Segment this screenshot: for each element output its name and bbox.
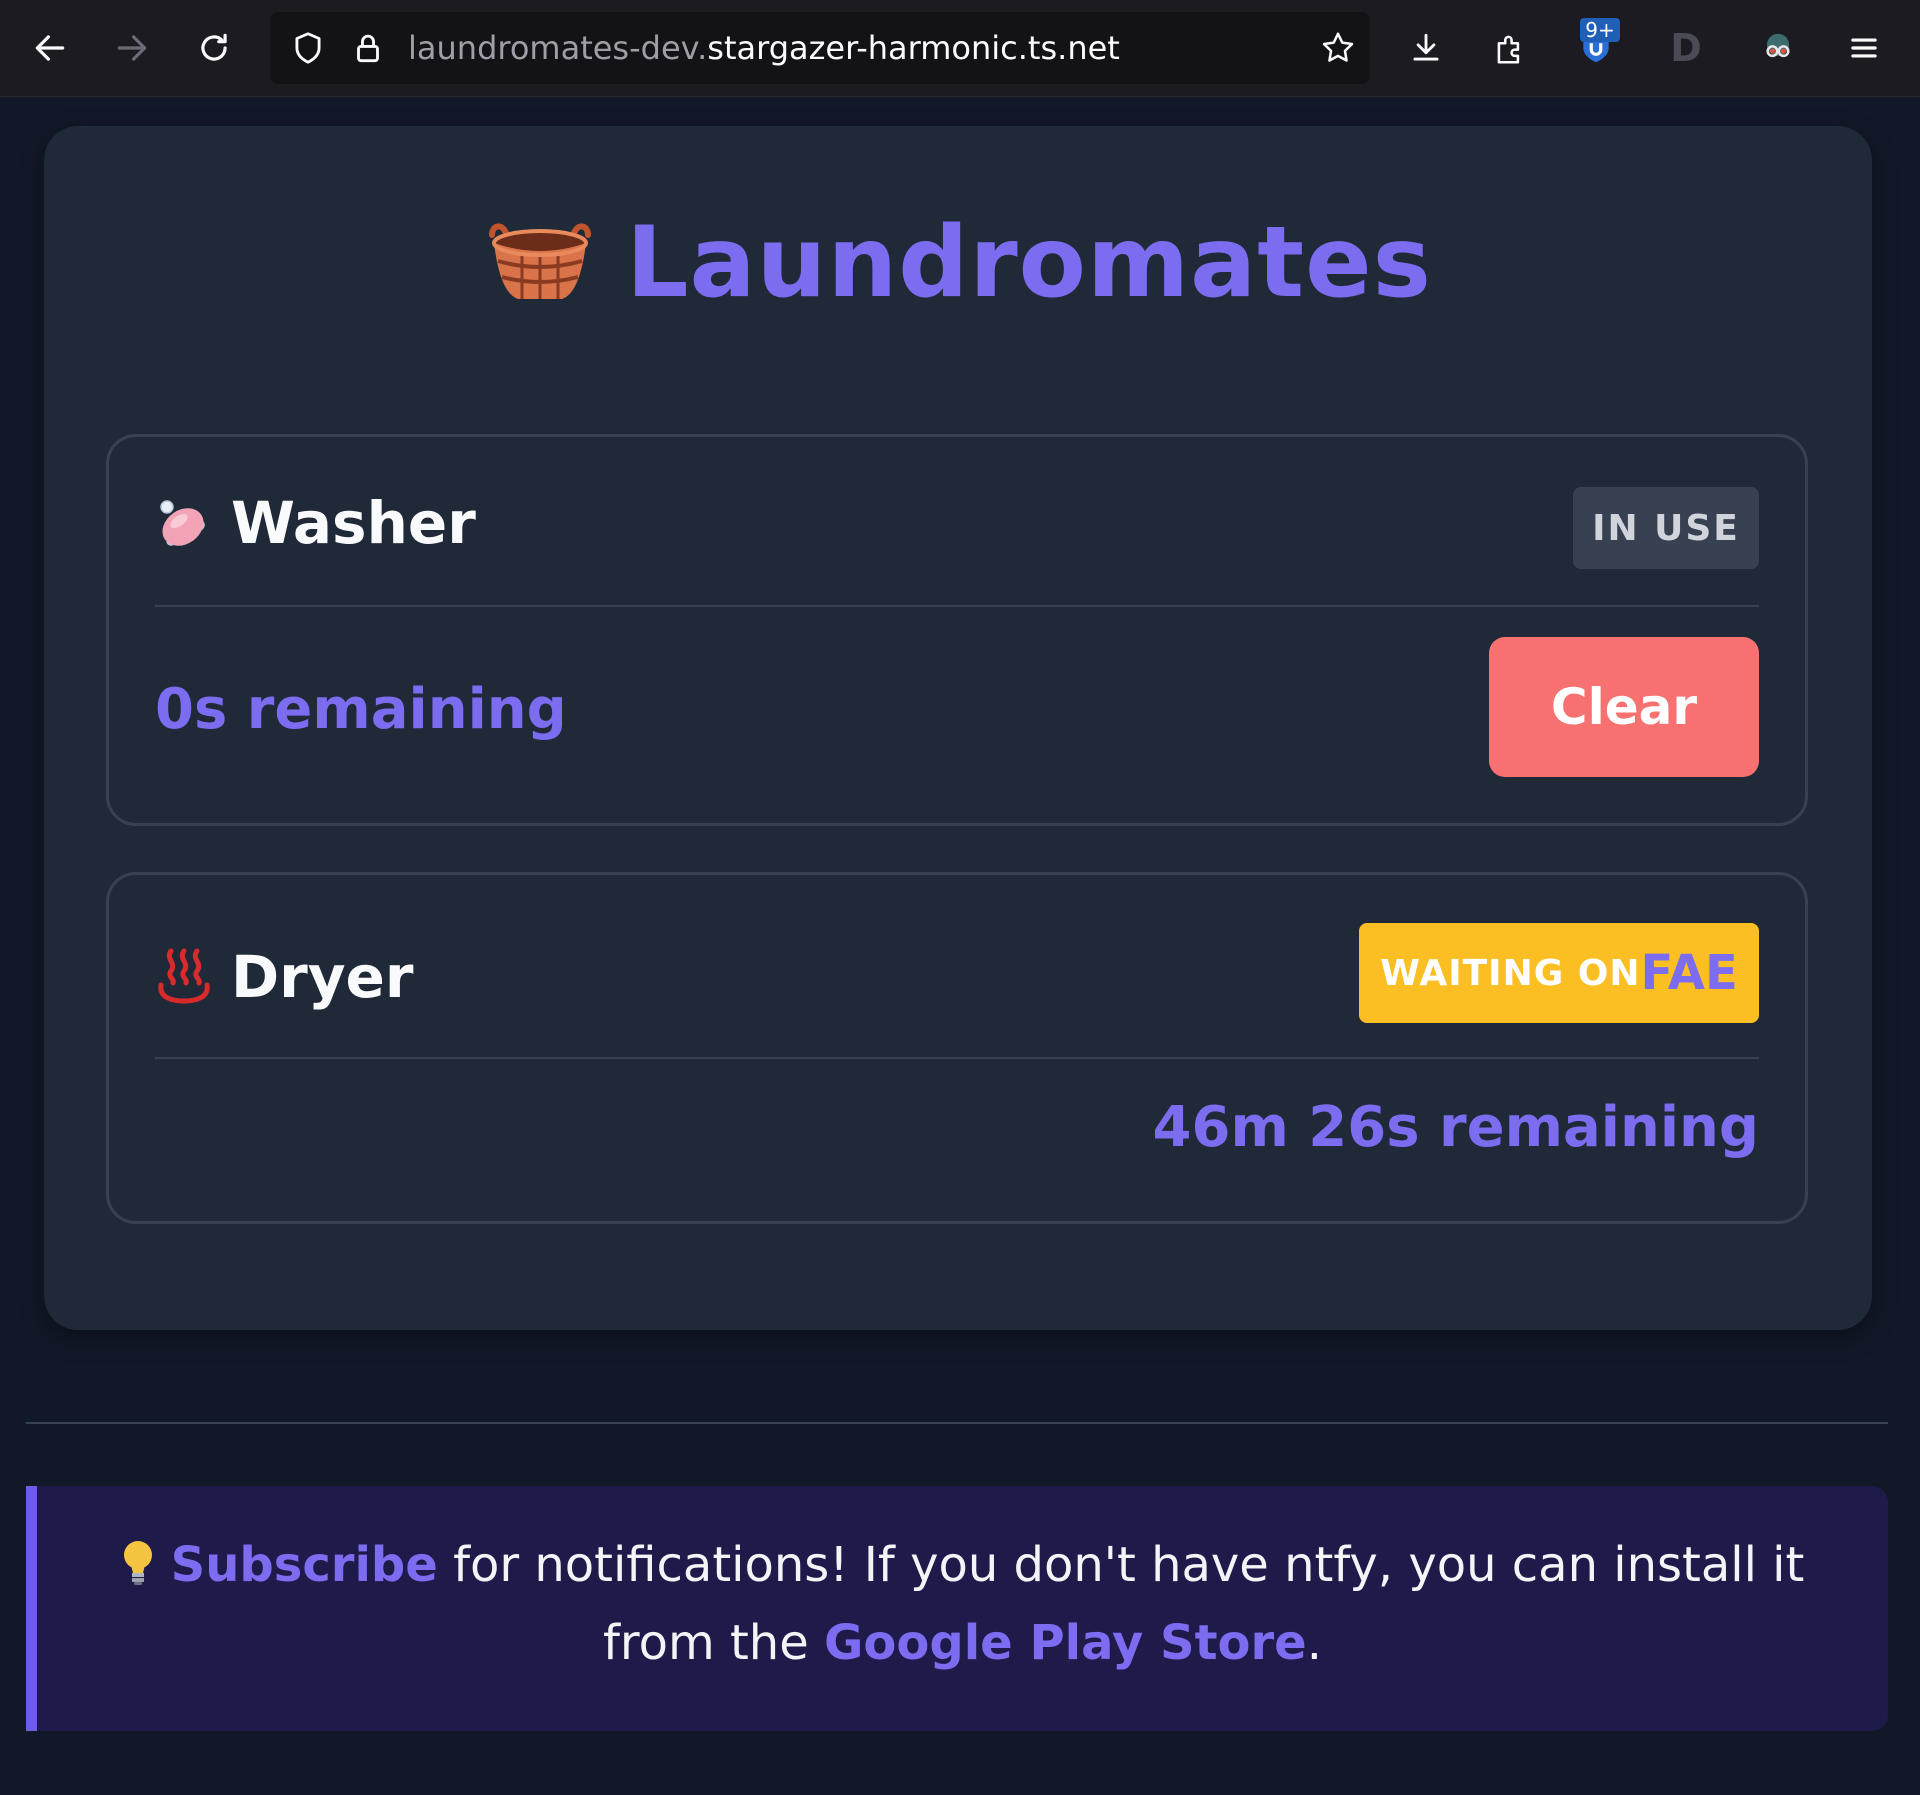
washer-card: Washer IN USE 0s remaining Clear (106, 434, 1808, 826)
laundry-basket-icon (489, 223, 592, 299)
dryer-header: Dryer WAITING ON FAE (155, 875, 1759, 1059)
extension-badge: 9+ (1580, 18, 1620, 42)
bookmark-star-icon[interactable] (1310, 20, 1366, 76)
forward-arrow-icon[interactable] (104, 20, 160, 76)
section-divider (26, 1422, 1888, 1424)
incognito-glasses-icon[interactable] (1750, 20, 1806, 76)
url-text[interactable]: laundromates-dev.stargazer-harmonic.ts.n… (408, 0, 1120, 96)
extensions-puzzle-icon[interactable] (1482, 20, 1538, 76)
lock-icon[interactable] (340, 20, 396, 76)
browser-toolbar: laundromates-dev.stargazer-harmonic.ts.n… (0, 0, 1920, 97)
washer-name: Washer (231, 489, 476, 557)
waiting-on-label: WAITING ON (1380, 952, 1641, 994)
hamburger-menu-icon[interactable] (1836, 20, 1892, 76)
back-arrow-icon[interactable] (22, 20, 78, 76)
downloads-icon[interactable] (1398, 20, 1454, 76)
app-header: Laundromates (0, 206, 1920, 320)
subscribe-link[interactable]: Subscribe (171, 1537, 438, 1593)
clear-button[interactable]: Clear (1489, 637, 1759, 777)
dryer-card: Dryer WAITING ON FAE 46m 26s remaining (106, 872, 1808, 1224)
google-play-store-link[interactable]: Google Play Store (824, 1615, 1307, 1671)
url-subdomain: laundromates-dev. (408, 29, 708, 67)
extension-d-icon[interactable]: D (1658, 20, 1714, 76)
dryer-status-badge: WAITING ON FAE (1359, 923, 1759, 1023)
dryer-name: Dryer (231, 943, 414, 1011)
tracking-shield-icon[interactable] (280, 20, 336, 76)
soap-icon (160, 500, 205, 546)
washer-status-badge: IN USE (1573, 487, 1759, 569)
lightbulb-icon (123, 1541, 152, 1585)
notice-period: . (1306, 1615, 1322, 1671)
dryer-remaining-time: 46m 26s remaining (1152, 1095, 1759, 1160)
app-title: Laundromates (626, 206, 1432, 320)
subscribe-notice: Subscribe for notifications! If you don'… (26, 1486, 1888, 1731)
washer-header: Washer IN USE (155, 437, 1759, 607)
hot-springs-icon (158, 948, 210, 1004)
washer-remaining-time: 0s remaining (155, 677, 567, 742)
reload-icon[interactable] (186, 20, 242, 76)
waiting-on-user: FAE (1640, 945, 1738, 1001)
url-domain: stargazer-harmonic.ts.net (707, 29, 1120, 67)
